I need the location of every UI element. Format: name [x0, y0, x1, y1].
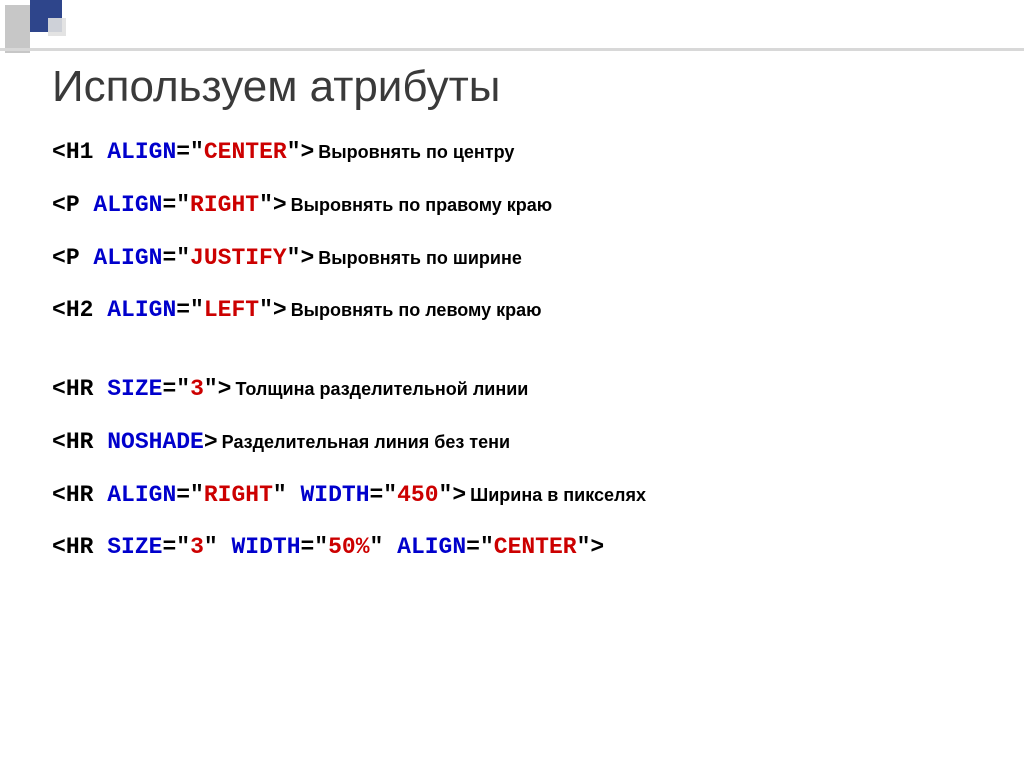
code-token: "> [287, 245, 315, 271]
example-description: Ширина в пикселях [470, 485, 646, 505]
code-token: 3 [190, 376, 204, 402]
example-description: Толщина разделительной линии [235, 379, 528, 399]
deco-square-light [48, 18, 66, 36]
code-token: "> [287, 139, 315, 165]
code-token: SIZE [107, 534, 162, 560]
code-token: "> [439, 482, 467, 508]
code-token: "> [259, 192, 287, 218]
slide-divider [0, 48, 1024, 51]
code-token: "> [259, 297, 287, 323]
example-row: <H2 ALIGN="LEFT">Выровнять по левому кра… [52, 296, 984, 325]
code-token: HR [66, 376, 107, 402]
code-token: CENTER [494, 534, 577, 560]
code-snippet: <HR SIZE="3"> [52, 376, 231, 402]
code-token: LEFT [204, 297, 259, 323]
code-token: =" [162, 245, 190, 271]
code-token: < [52, 245, 66, 271]
code-token: ALIGN [93, 245, 162, 271]
code-token: =" [162, 192, 190, 218]
code-token: =" [370, 482, 398, 508]
code-token: < [52, 482, 66, 508]
code-token: =" [176, 482, 204, 508]
code-token: =" [176, 297, 204, 323]
code-token: HR [66, 429, 107, 455]
code-token: 3 [190, 534, 204, 560]
code-token: NOSHADE [107, 429, 204, 455]
code-token: " [273, 482, 301, 508]
code-token: "> [577, 534, 605, 560]
code-token: ALIGN [93, 192, 162, 218]
slide-title: Используем атрибуты [52, 62, 984, 112]
deco-rect-gray [5, 5, 30, 53]
example-description: Выровнять по правому краю [291, 195, 553, 215]
slide-content: Используем атрибуты <H1 ALIGN="CENTER">В… [52, 62, 984, 586]
code-token: H1 [66, 139, 107, 165]
code-token: =" [301, 534, 329, 560]
code-token: =" [162, 376, 190, 402]
code-token: ALIGN [107, 297, 176, 323]
code-token: < [52, 534, 66, 560]
code-snippet: <H2 ALIGN="LEFT"> [52, 297, 287, 323]
example-row: <P ALIGN="JUSTIFY">Выровнять по ширине [52, 244, 984, 273]
code-token: ALIGN [397, 534, 466, 560]
example-row: <HR ALIGN="RIGHT" WIDTH="450">Ширина в п… [52, 481, 984, 510]
code-token: 50% [328, 534, 369, 560]
example-row: <HR NOSHADE>Разделительная линия без тен… [52, 428, 984, 457]
code-snippet: <P ALIGN="RIGHT"> [52, 192, 287, 218]
code-token: RIGHT [190, 192, 259, 218]
code-token: WIDTH [231, 534, 300, 560]
code-token: < [52, 139, 66, 165]
code-snippet: <HR SIZE="3" WIDTH="50%" ALIGN="CENTER"> [52, 534, 604, 560]
code-token: P [66, 245, 94, 271]
example-row: <P ALIGN="RIGHT">Выровнять по правому кр… [52, 191, 984, 220]
code-snippet: <P ALIGN="JUSTIFY"> [52, 245, 314, 271]
code-token: SIZE [107, 376, 162, 402]
code-snippet: <H1 ALIGN="CENTER"> [52, 139, 314, 165]
slide-corner-decoration [0, 0, 180, 60]
code-token: "> [204, 376, 232, 402]
code-token: =" [466, 534, 494, 560]
code-token: HR [66, 482, 107, 508]
code-token: RIGHT [204, 482, 273, 508]
code-token: < [52, 297, 66, 323]
code-token: " [370, 534, 398, 560]
attribute-examples-list: <H1 ALIGN="CENTER">Выровнять по центру<P… [52, 138, 984, 562]
code-snippet: <HR ALIGN="RIGHT" WIDTH="450"> [52, 482, 466, 508]
code-token: 450 [397, 482, 438, 508]
code-token: > [204, 429, 218, 455]
code-token: =" [162, 534, 190, 560]
example-row: <HR SIZE="3" WIDTH="50%" ALIGN="CENTER"> [52, 533, 984, 562]
example-row: <HR SIZE="3">Толщина разделительной лини… [52, 375, 984, 404]
example-description: Выровнять по левому краю [291, 300, 542, 320]
code-token: CENTER [204, 139, 287, 165]
code-token: < [52, 376, 66, 402]
example-row: <H1 ALIGN="CENTER">Выровнять по центру [52, 138, 984, 167]
code-token: ALIGN [107, 139, 176, 165]
code-snippet: <HR NOSHADE> [52, 429, 218, 455]
code-token: P [66, 192, 94, 218]
code-token: WIDTH [300, 482, 369, 508]
code-token: H2 [66, 297, 107, 323]
code-token: < [52, 429, 66, 455]
code-token: " [204, 534, 232, 560]
code-token: =" [176, 139, 204, 165]
example-description: Выровнять по центру [318, 142, 514, 162]
code-token: < [52, 192, 66, 218]
example-description: Разделительная линия без тени [222, 432, 510, 452]
code-token: HR [66, 534, 107, 560]
example-description: Выровнять по ширине [318, 248, 522, 268]
code-token: JUSTIFY [190, 245, 287, 271]
code-token: ALIGN [107, 482, 176, 508]
